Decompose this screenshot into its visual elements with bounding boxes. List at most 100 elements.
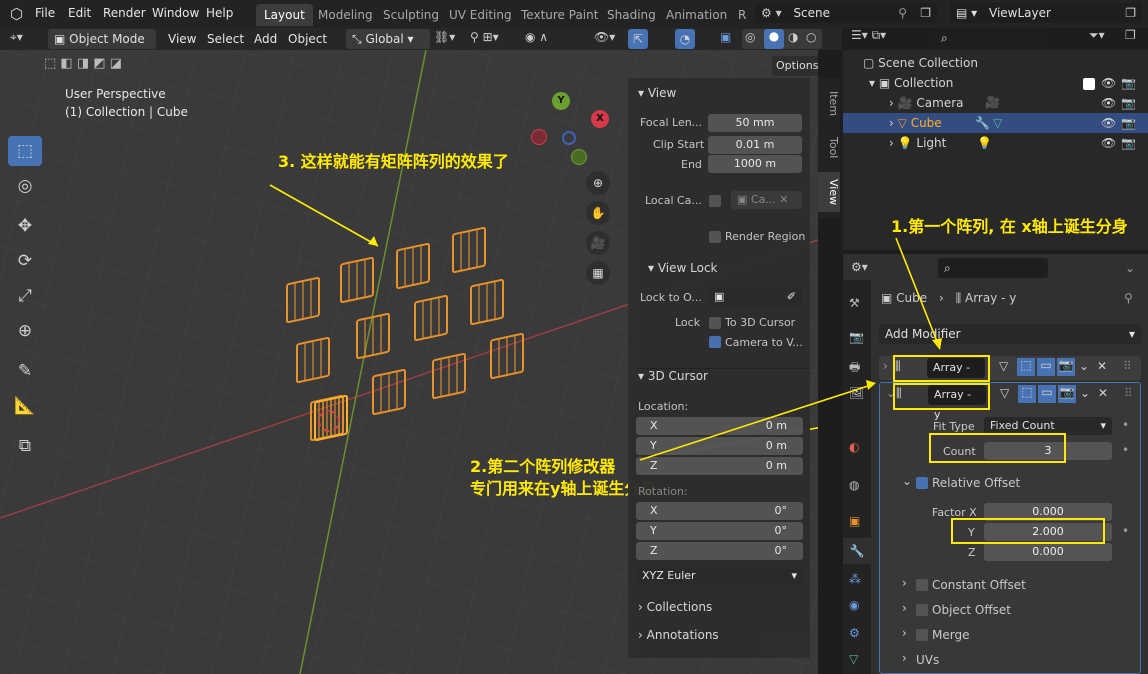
snap-icon[interactable]: ⚲ ⊞▾: [470, 30, 499, 44]
select-box-tool-icon[interactable]: ⬚: [8, 136, 42, 166]
pin-icon[interactable]: ⚲: [898, 3, 907, 23]
clip-start-field[interactable]: 0.01 m: [708, 136, 802, 154]
menu-view[interactable]: View: [168, 32, 196, 46]
edit-mode-icon[interactable]: ▽: [1000, 386, 1009, 400]
local-camera-checkbox[interactable]: [709, 195, 721, 207]
outliner-editor-icon[interactable]: ☰▾ ⧉▾: [851, 28, 886, 43]
gizmo-neg-y[interactable]: [571, 149, 587, 165]
editor-type-icon[interactable]: ⌖▾: [10, 30, 23, 45]
lock-to-3d-cursor-checkbox[interactable]: [709, 317, 721, 329]
local-camera-field[interactable]: ▣ Ca... ✕: [731, 191, 802, 209]
tab-tool[interactable]: Tool: [818, 128, 840, 168]
cursor-rotation-z-field[interactable]: Z 0°: [636, 542, 803, 560]
rotate-tool-icon[interactable]: ⟳: [8, 246, 42, 276]
properties-search-input[interactable]: ⌕: [938, 258, 1048, 278]
properties-editor-icon[interactable]: ⚙▾: [851, 260, 868, 274]
gizmo-neg-x[interactable]: [531, 129, 547, 145]
cube-instance[interactable]: [356, 312, 390, 360]
merge-chevron-icon[interactable]: ›: [902, 626, 907, 640]
move-tool-icon[interactable]: ✥: [8, 211, 42, 241]
measure-tool-icon[interactable]: 📐: [8, 391, 42, 421]
drag-handle-icon[interactable]: ⠿: [1123, 359, 1132, 373]
outliner-item-light[interactable]: › 💡 Light 💡 👁 📷: [889, 136, 1139, 150]
3d-cursor[interactable]: [318, 410, 340, 432]
tab-sculpting[interactable]: Sculpting: [375, 4, 447, 26]
tab-modeling[interactable]: Modeling: [310, 4, 381, 26]
constant-offset-chevron-icon[interactable]: ›: [902, 576, 907, 590]
add-modifier-dropdown[interactable]: Add Modifier ▾: [879, 324, 1141, 344]
render-display-icon[interactable]: 📷: [1057, 358, 1075, 376]
render-region-checkbox[interactable]: [709, 231, 721, 243]
annotate-tool-icon[interactable]: ✎: [8, 356, 42, 386]
modifier-menu-icon[interactable]: ⌄: [1080, 386, 1090, 400]
outliner-item-cube[interactable]: › ▽ Cube 🔧 ▽ 👁 📷: [843, 113, 1148, 133]
collections-header[interactable]: › Collections: [638, 600, 712, 614]
clip-end-field[interactable]: 1000 m: [708, 155, 802, 173]
tab-uv-editing[interactable]: UV Editing: [441, 4, 520, 26]
outliner-item-camera[interactable]: › 🎥 Camera 🎥 👁 📷: [889, 96, 1139, 110]
remove-modifier-icon[interactable]: ✕: [1098, 386, 1108, 400]
new-collection-icon[interactable]: ❐: [1125, 28, 1136, 42]
cube-instance[interactable]: [286, 276, 320, 324]
outliner-scene-collection[interactable]: ▢ Scene Collection: [863, 56, 978, 70]
outliner-search-input[interactable]: ⌕: [935, 28, 1047, 48]
cube-instance[interactable]: [452, 226, 486, 274]
remove-modifier-icon[interactable]: ✕: [1097, 359, 1107, 373]
selection-mode-icons[interactable]: ⬚ ◧ ◨ ◩ ◪: [44, 56, 122, 71]
cursor-rotation-x-field[interactable]: X 0°: [636, 502, 803, 520]
perspective-grid-icon[interactable]: ▦: [586, 261, 610, 285]
constraints-tab-icon[interactable]: ⚙: [849, 626, 860, 640]
relative-offset-chevron-icon[interactable]: ⌄: [902, 474, 912, 488]
wireframe-shading-icon[interactable]: ◎: [745, 30, 755, 44]
rotation-mode-dropdown[interactable]: XYZ Euler ▾: [636, 567, 803, 585]
3d-cursor-header[interactable]: ▾ 3D Cursor: [638, 369, 708, 383]
new-scene-icon[interactable]: ❐: [920, 3, 931, 23]
tab-rendering[interactable]: R: [730, 4, 754, 26]
menu-add[interactable]: Add: [254, 32, 277, 46]
collapse-icon[interactable]: ⌄: [1125, 261, 1135, 275]
cursor-location-z-field[interactable]: Z 0 m: [636, 457, 803, 475]
modifier-tab-icon[interactable]: 🔧: [843, 538, 871, 564]
viewport-display-icon[interactable]: ▭: [1037, 358, 1055, 376]
orientation-dropdown[interactable]: ⤡ Global ▾: [346, 29, 430, 49]
keyframe-dot-icon[interactable]: •: [1122, 524, 1129, 538]
tab-item[interactable]: Item: [818, 84, 840, 124]
pin-icon[interactable]: ⚲: [1124, 291, 1133, 305]
focal-length-field[interactable]: 50 mm: [708, 114, 802, 132]
object-tab-icon[interactable]: ▣: [849, 514, 860, 528]
tool-tab-icon[interactable]: ⚒: [849, 296, 860, 310]
eye-icon[interactable]: 👁: [1101, 96, 1116, 110]
mode-dropdown[interactable]: ▣ Object Mode▾: [48, 29, 156, 66]
view-layer-selector[interactable]: ▤ ▾ ViewLayer ❐: [950, 3, 1142, 23]
keyframe-dot-icon[interactable]: •: [1122, 443, 1129, 457]
menu-render[interactable]: Render: [103, 6, 146, 20]
drag-handle-icon[interactable]: ⠿: [1124, 386, 1133, 400]
scale-tool-icon[interactable]: ⤢: [8, 281, 42, 311]
physics-tab-icon[interactable]: ◉: [849, 598, 859, 612]
edit-mode-icon[interactable]: ▽: [999, 359, 1008, 373]
camera-to-view-checkbox[interactable]: [709, 336, 721, 348]
viewport-display-icon[interactable]: ▭: [1038, 385, 1056, 403]
eyedropper-icon[interactable]: ✐: [787, 288, 796, 306]
on-cage-icon[interactable]: ⬚: [1017, 358, 1035, 376]
cube-instance[interactable]: [396, 242, 430, 290]
filter-icon[interactable]: ⏷▾: [1089, 28, 1105, 43]
blender-logo-icon[interactable]: ⬡: [10, 5, 23, 23]
cube-instance[interactable]: [372, 368, 406, 416]
zoom-icon[interactable]: ⊕: [586, 171, 610, 195]
solid-shading-icon[interactable]: ●: [764, 29, 784, 49]
camera-render-icon[interactable]: 📷: [1121, 96, 1136, 110]
gizmo-toggle-icon[interactable]: ⇱: [628, 29, 648, 49]
cube-instance[interactable]: [432, 352, 466, 400]
cube-instance[interactable]: [296, 336, 330, 384]
visibility-icon[interactable]: 👁▾: [594, 30, 615, 44]
on-cage-icon[interactable]: ⬚: [1018, 385, 1036, 403]
options-dropdown[interactable]: Options ▾: [772, 56, 818, 76]
cube-instance[interactable]: [490, 332, 524, 380]
cube-instance[interactable]: [414, 294, 448, 342]
cube-instance[interactable]: [470, 278, 504, 326]
material-shading-icon[interactable]: ◑: [788, 30, 798, 44]
pivot-icon[interactable]: ⛓▾: [434, 30, 455, 44]
proportional-edit-icon[interactable]: ◉ ∧: [525, 30, 548, 44]
menu-object[interactable]: Object: [288, 32, 327, 46]
